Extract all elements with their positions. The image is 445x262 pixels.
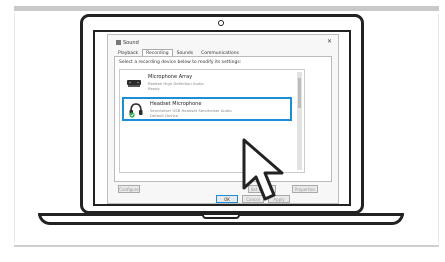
webcam-icon (218, 20, 224, 26)
frame-line-right (438, 14, 439, 242)
device-name: Microphone Array (148, 74, 193, 80)
dialog-title-text: Sound (123, 40, 139, 46)
device-item-headset-microphone[interactable]: Headset Microphone Sennheiser USB Headse… (122, 97, 292, 121)
top-divider-band (14, 6, 439, 11)
device-name: Headset Microphone (150, 101, 202, 107)
device-status: Default Device (150, 113, 179, 118)
laptop-base (38, 213, 404, 225)
configure-button[interactable]: Configure (118, 185, 140, 193)
device-item-microphone-array[interactable]: Microphone Array Realtek High Definition… (122, 72, 292, 96)
dialog-title: Sound (116, 40, 139, 46)
laptop-base-notch (202, 215, 240, 219)
ok-button[interactable]: OK (216, 195, 238, 203)
recording-tab-panel: Select a recording device below to modif… (114, 56, 332, 182)
device-status: Ready (148, 86, 160, 91)
frame-line-left (14, 14, 15, 242)
green-check-icon (129, 112, 135, 118)
microphone-array-icon (127, 80, 141, 87)
speaker-icon (116, 40, 121, 45)
laptop-screen: Sound ✕ Playback Recording Sounds Commun… (93, 30, 351, 206)
bottom-divider-band (14, 245, 439, 247)
instruction-text: Select a recording device below to modif… (119, 60, 242, 65)
mouse-pointer-icon (242, 138, 284, 201)
scrollbar-thumb[interactable] (298, 78, 301, 108)
headset-icon (129, 103, 143, 118)
laptop-lid: Sound ✕ Playback Recording Sounds Commun… (80, 14, 364, 214)
close-button[interactable]: ✕ (327, 38, 332, 45)
sound-dialog: Sound ✕ Playback Recording Sounds Commun… (107, 34, 339, 204)
